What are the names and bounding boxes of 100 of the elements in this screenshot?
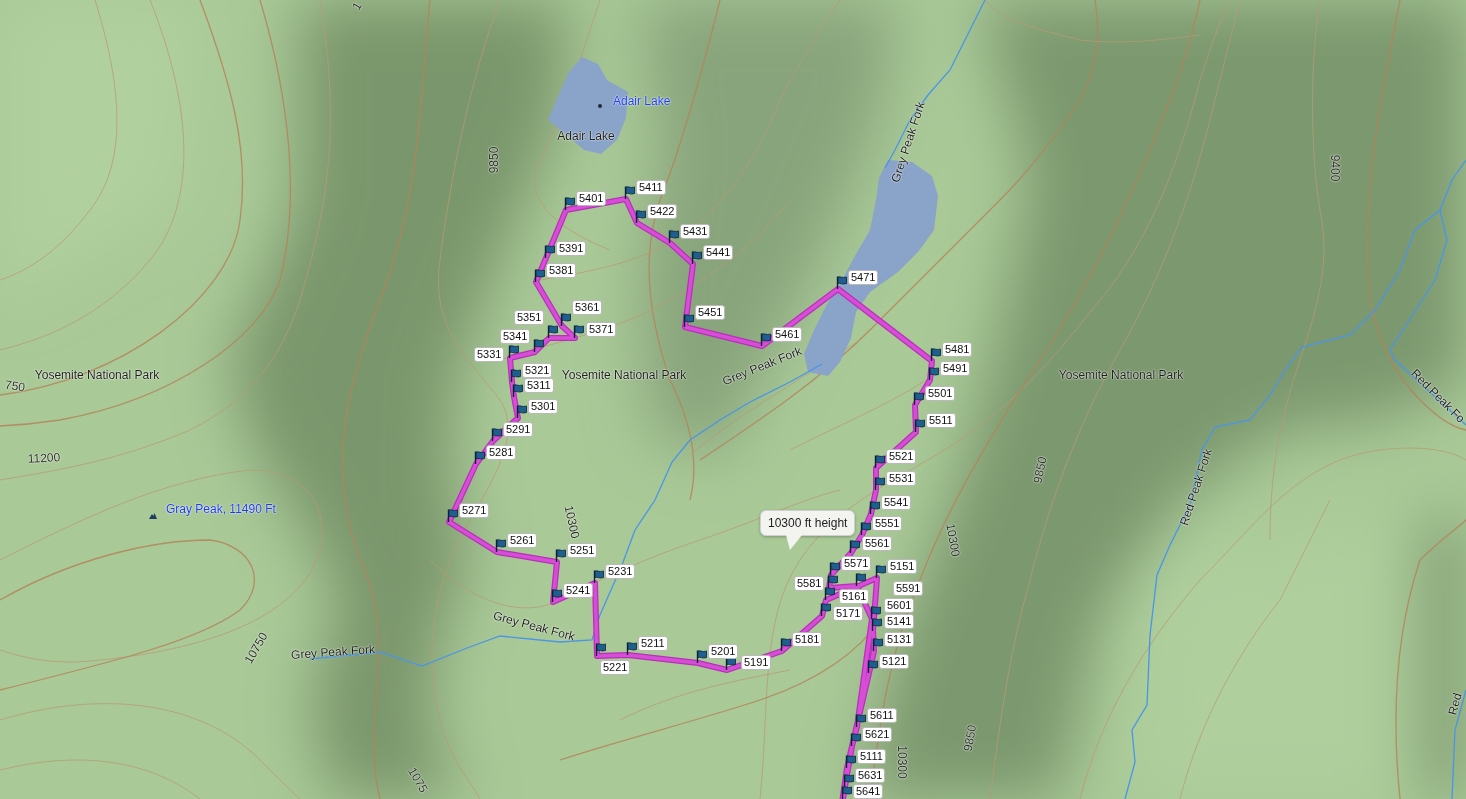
waypoint-label: 5411 (636, 180, 666, 195)
waypoint-label: 5461 (772, 327, 803, 342)
flag-icon (447, 509, 458, 522)
flag-icon (510, 369, 521, 382)
flag-icon (683, 314, 694, 327)
waypoint-label: 5231 (605, 564, 636, 579)
flag-icon (874, 455, 885, 468)
waypoint-label: 5161 (839, 589, 870, 604)
waypoint-label: 5591 (893, 581, 924, 596)
waypoint-label: 5311 (524, 378, 554, 393)
flag-icon (867, 660, 878, 673)
waypoint-label: 5422 (647, 204, 678, 219)
stream-label: Red (1445, 691, 1465, 717)
flag-icon (551, 589, 562, 602)
flag-icon (843, 774, 854, 787)
waypoint-label: 5471 (848, 270, 879, 285)
flag-icon (547, 325, 558, 338)
flag-icon (930, 348, 941, 361)
waypoint-label: 5331 (474, 347, 505, 362)
flag-icon (780, 638, 791, 651)
waypoint-label: 5401 (576, 191, 607, 206)
contour-label: 1 (349, 0, 365, 13)
flag-icon (855, 573, 866, 586)
waypoint-label: 5221 (600, 660, 631, 675)
waypoint-label: 5171 (833, 606, 864, 621)
place-label: Yosemite National Park (1058, 368, 1184, 382)
waypoint-label: 5151 (887, 559, 918, 574)
flag-icon (913, 392, 924, 405)
flag-icon (474, 451, 485, 464)
flag-icon (827, 575, 838, 588)
poi-label: Gray Peak, 11490 Ft (166, 502, 276, 516)
waypoint-label: 5271 (459, 503, 490, 518)
flag-icon (850, 733, 861, 746)
flag-icon (914, 419, 925, 432)
flag-icon (869, 501, 880, 514)
waypoint-label: 5381 (546, 263, 577, 278)
flag-icon (516, 405, 527, 418)
flag-icon (696, 650, 707, 663)
contour-label: 750 (4, 377, 26, 395)
tooltip: 10300 ft height (760, 510, 856, 550)
flag-icon (512, 384, 523, 397)
flag-icon (824, 587, 835, 600)
flag-icon (875, 565, 886, 578)
waypoint-label: 5241 (563, 583, 594, 598)
mountain-icon (149, 513, 157, 519)
flag-icon (544, 245, 555, 258)
waypoint-label: 5341 (500, 329, 531, 344)
waypoint-label: 5121 (879, 654, 910, 669)
waypoint-label: 5301 (528, 399, 559, 414)
poi-label: Adair Lake (613, 94, 671, 108)
waypoint-label: 5521 (886, 449, 917, 464)
flag-icon (872, 638, 883, 651)
flag-icon (870, 606, 881, 619)
waypoint-label: 5621 (862, 727, 893, 742)
stream-label: Red Peak Fork (1176, 446, 1216, 528)
waypoint-label: 5291 (503, 422, 534, 437)
waypoint-label: 5571 (841, 556, 872, 571)
waypoint-label: 5391 (556, 241, 587, 256)
flag-icon (855, 714, 866, 727)
flag-icon (533, 339, 544, 352)
waypoint-label: 5191 (741, 655, 772, 670)
waypoint-label: 5491 (940, 361, 971, 376)
flag-icon (829, 562, 840, 575)
contour-label: 9850 (960, 723, 980, 753)
stream-label: Grey Peak Fork (491, 608, 577, 644)
waypoint-label: 5211 (638, 636, 668, 651)
flag-icon (845, 755, 856, 768)
flag-icon (573, 325, 584, 338)
flag-icon (491, 428, 502, 441)
flag-icon (595, 643, 606, 656)
waypoint-label: 5501 (925, 386, 956, 401)
waypoint-label: 5131 (884, 632, 915, 647)
waypoint-label: 5481 (942, 342, 973, 357)
waypoint-label: 5321 (522, 363, 553, 378)
waypoint-label: 5361 (572, 300, 603, 315)
waypoint-label: 5281 (486, 445, 517, 460)
flag-icon (555, 549, 566, 562)
place-label: Yosemite National Park (561, 368, 687, 382)
waypoint-label: 5551 (872, 516, 903, 531)
waypoint-label: 5531 (886, 471, 917, 486)
flag-icon (691, 251, 702, 264)
waypoint-label: 5581 (794, 576, 825, 591)
flag-icon (849, 540, 860, 553)
flag-icon (836, 276, 847, 289)
stream-label: Grey Peak Fork (720, 343, 804, 389)
flag-icon (871, 618, 882, 631)
waypoint-label: 5611 (867, 708, 897, 723)
waypoint-label: 5371 (586, 322, 617, 337)
place-label: Yosemite National Park (34, 368, 160, 382)
flag-icon (841, 786, 852, 799)
flag-icon (760, 333, 771, 346)
flag-icon (560, 313, 571, 326)
waypoint-label: 5141 (884, 614, 915, 629)
waypoint-label: 5641 (853, 784, 884, 799)
contour-label: 9400 (1328, 154, 1342, 182)
flag-icon (564, 197, 575, 210)
waypoint-label: 5601 (884, 598, 915, 613)
contour-label: 9850 (487, 146, 501, 174)
contour-label: 10300 (895, 745, 909, 779)
waypoint-label: 5441 (703, 245, 734, 260)
